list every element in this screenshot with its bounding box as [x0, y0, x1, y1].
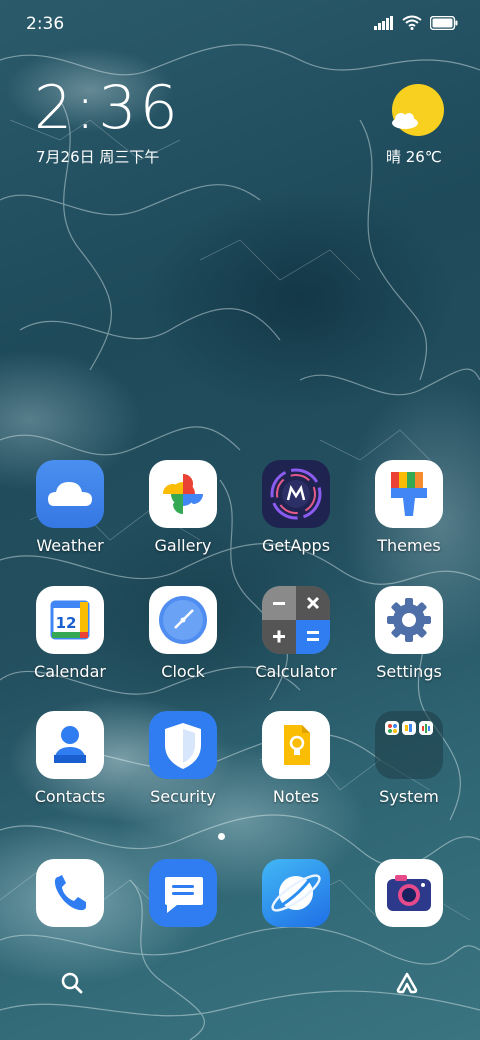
- weather-summary: 晴 26℃: [386, 148, 442, 166]
- calendar-12-icon: 12: [36, 586, 104, 654]
- calculator-icon: [262, 586, 330, 654]
- status-bar: 2:36: [0, 0, 480, 48]
- app-label: Security: [150, 787, 216, 806]
- motorola-logo-icon: [262, 460, 330, 528]
- app-label: Notes: [272, 787, 320, 806]
- app-gallery[interactable]: Gallery: [127, 460, 239, 555]
- status-time: 2:36: [26, 14, 65, 34]
- planet-icon[interactable]: [262, 859, 330, 927]
- home-search-bar[interactable]: [40, 957, 440, 1011]
- app-system-folder[interactable]: System: [353, 711, 465, 806]
- app-settings[interactable]: Settings: [353, 586, 465, 681]
- message-icon[interactable]: [149, 859, 217, 927]
- phone-icon[interactable]: [36, 859, 104, 927]
- wifi-icon: [402, 15, 422, 30]
- app-calculator[interactable]: Calculator: [240, 586, 352, 681]
- page-indicator-dot[interactable]: [218, 833, 225, 840]
- search-icon[interactable]: [60, 971, 84, 995]
- app-themes[interactable]: Themes: [353, 460, 465, 555]
- weather-cloud-small-icon: [392, 113, 418, 129]
- gear-icon: [375, 586, 443, 654]
- signal-icon: [374, 15, 393, 30]
- folder-icon: [375, 711, 443, 779]
- google-photos-pinwheel-icon: [149, 460, 217, 528]
- shield-icon: [149, 711, 217, 779]
- battery-icon: [430, 15, 458, 30]
- assistant-icon[interactable]: [394, 971, 420, 995]
- paint-brush-icon: [375, 460, 443, 528]
- app-label: GetApps: [261, 536, 331, 555]
- person-icon: [36, 711, 104, 779]
- app-label: Contacts: [34, 787, 106, 806]
- app-label: Themes: [377, 536, 441, 555]
- clock-icon: [149, 586, 217, 654]
- lock-clock-time[interactable]: 2:36: [34, 78, 181, 138]
- app-calendar[interactable]: 12 Calendar: [14, 586, 126, 681]
- app-label: Calculator: [255, 662, 337, 681]
- app-label: Weather: [36, 536, 104, 555]
- camera-icon[interactable]: [375, 859, 443, 927]
- app-label: Calendar: [34, 662, 106, 681]
- app-label: Clock: [161, 662, 205, 681]
- app-clock[interactable]: Clock: [127, 586, 239, 681]
- note-bulb-icon: [262, 711, 330, 779]
- app-contacts[interactable]: Contacts: [14, 711, 126, 806]
- lock-clock-date: 7月26日 周三下午: [36, 148, 160, 166]
- app-notes[interactable]: Notes: [240, 711, 352, 806]
- status-icons: [374, 15, 458, 30]
- app-weather[interactable]: Weather: [14, 460, 126, 555]
- app-label: Gallery: [154, 536, 212, 555]
- calendar-day-number: 12: [56, 614, 77, 632]
- app-getapps[interactable]: GetApps: [240, 460, 352, 555]
- home-screen: 2:36 2:36 7月26日 周三下午 晴 26℃ Weather Galle…: [0, 0, 480, 1040]
- app-label: Settings: [376, 662, 442, 681]
- weather-cloud-icon: [36, 460, 104, 528]
- app-label: System: [379, 787, 439, 806]
- app-security[interactable]: Security: [127, 711, 239, 806]
